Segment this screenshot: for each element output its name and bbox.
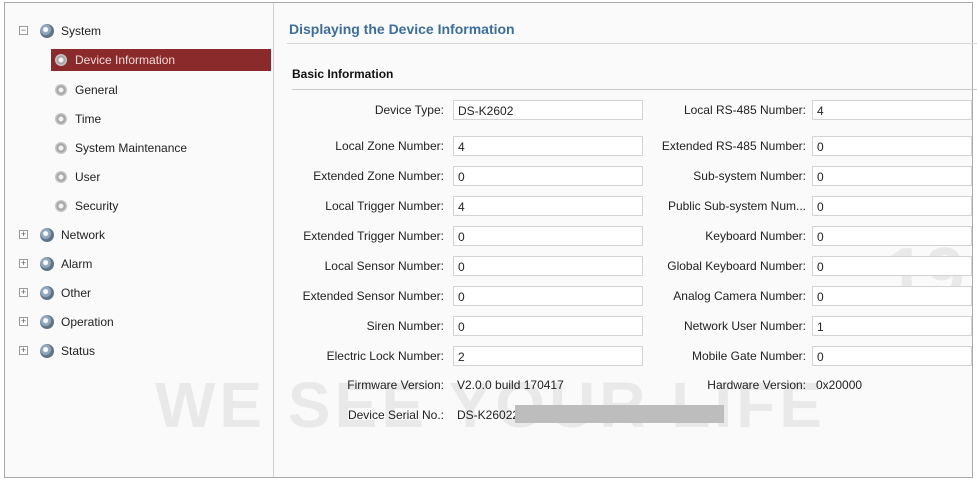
device-serial-label: Device Serial No.: xyxy=(347,408,444,422)
local-zone-number-field[interactable]: 4 xyxy=(453,136,643,156)
tree-item-label: User xyxy=(75,170,101,184)
extended-trigger-number-label: Extended Trigger Number: xyxy=(303,229,444,243)
serial-redaction xyxy=(515,405,724,423)
tree-item-label: Other xyxy=(61,286,92,300)
tree-item-label: Alarm xyxy=(61,257,93,271)
device-serial-value: DS-K26022 xyxy=(457,408,520,422)
hardware-version-label: Hardware Version: xyxy=(707,378,806,392)
page-title: Displaying the Device Information xyxy=(289,21,515,37)
public-sub-system-number-field[interactable]: 0 xyxy=(812,196,972,216)
local-rs485-number-field[interactable]: 4 xyxy=(812,100,972,120)
extended-rs485-number-label: Extended RS-485 Number: xyxy=(661,139,806,153)
title-divider xyxy=(287,43,977,44)
keyboard-number-field[interactable]: 0 xyxy=(812,226,972,246)
tree-item-label: Device Information xyxy=(75,53,176,67)
tree-item-security[interactable]: Security xyxy=(51,195,271,217)
hardware-version-value: 0x20000 xyxy=(816,378,863,392)
keyboard-number-label: Keyboard Number: xyxy=(705,229,806,243)
tree-item-general[interactable]: General xyxy=(51,79,271,101)
gear-icon xyxy=(40,228,54,242)
gear-icon xyxy=(55,142,67,154)
tree-item-status[interactable]: + Status xyxy=(5,340,271,362)
local-sensor-number-field[interactable]: 0 xyxy=(453,256,643,276)
tree-item-system-maintenance[interactable]: System Maintenance xyxy=(51,137,271,159)
expand-icon[interactable]: + xyxy=(19,346,28,355)
local-rs485-number-label: Local RS-485 Number: xyxy=(683,103,806,117)
sidebar-tree: − System Device Information General Time… xyxy=(5,3,274,477)
app-frame: WE SEE YOUR LIFE 19 − System Device Info… xyxy=(4,2,977,478)
tree-item-system[interactable]: − System xyxy=(5,20,271,42)
gear-icon xyxy=(40,344,54,358)
local-trigger-number-label: Local Trigger Number: xyxy=(325,199,444,213)
sub-system-number-label: Sub-system Number: xyxy=(693,169,806,183)
electric-lock-number-field[interactable]: 2 xyxy=(453,346,643,366)
tree-item-label: Status xyxy=(61,344,96,358)
tree-item-device-information[interactable]: Device Information xyxy=(51,49,271,71)
section-divider xyxy=(292,89,977,90)
mobile-gate-number-label: Mobile Gate Number: xyxy=(691,349,806,363)
siren-number-field[interactable]: 0 xyxy=(453,316,643,336)
firmware-version-value: V2.0.0 build 170417 xyxy=(457,378,564,392)
local-zone-number-label: Local Zone Number: xyxy=(335,139,444,153)
section-title: Basic Information xyxy=(292,67,394,81)
siren-number-label: Siren Number: xyxy=(366,319,444,333)
gear-icon xyxy=(55,84,67,96)
gear-icon xyxy=(55,54,67,66)
tree-item-label: System Maintenance xyxy=(75,141,188,155)
expand-icon[interactable]: + xyxy=(19,230,28,239)
tree-item-user[interactable]: User xyxy=(51,166,271,188)
gear-icon xyxy=(55,171,67,183)
sub-system-number-field[interactable]: 0 xyxy=(812,166,972,186)
tree-item-label: System xyxy=(61,24,102,38)
gear-icon xyxy=(40,315,54,329)
device-type-field[interactable]: DS-K2602 xyxy=(453,100,643,120)
tree-item-alarm[interactable]: + Alarm xyxy=(5,253,271,275)
analog-camera-number-label: Analog Camera Number: xyxy=(673,289,806,303)
expand-icon[interactable]: + xyxy=(19,317,28,326)
gear-icon xyxy=(40,257,54,271)
global-keyboard-number-label: Global Keyboard Number: xyxy=(667,259,806,273)
electric-lock-number-label: Electric Lock Number: xyxy=(326,349,444,363)
extended-trigger-number-field[interactable]: 0 xyxy=(453,226,643,246)
expand-icon[interactable]: + xyxy=(19,259,28,268)
extended-sensor-number-label: Extended Sensor Number: xyxy=(302,289,444,303)
extended-rs485-number-field[interactable]: 0 xyxy=(812,136,972,156)
analog-camera-number-field[interactable]: 0 xyxy=(812,286,972,306)
tree-item-label: Network xyxy=(61,228,106,242)
tree-item-network[interactable]: + Network xyxy=(5,224,271,246)
tree-item-label: Time xyxy=(75,112,102,126)
mobile-gate-number-field[interactable]: 0 xyxy=(812,346,972,366)
network-user-number-field[interactable]: 1 xyxy=(812,316,972,336)
gear-icon xyxy=(40,24,54,38)
extended-zone-number-field[interactable]: 0 xyxy=(453,166,643,186)
global-keyboard-number-field[interactable]: 0 xyxy=(812,256,972,276)
firmware-version-label: Firmware Version: xyxy=(347,378,444,392)
gear-icon xyxy=(40,286,54,300)
public-sub-system-number-label: Public Sub-system Num... xyxy=(667,199,806,213)
extended-zone-number-label: Extended Zone Number: xyxy=(313,169,444,183)
gear-icon xyxy=(55,113,67,125)
tree-item-label: Security xyxy=(75,199,119,213)
tree-item-label: General xyxy=(75,83,118,97)
gear-icon xyxy=(55,200,67,212)
extended-sensor-number-field[interactable]: 0 xyxy=(453,286,643,306)
tree-item-other[interactable]: + Other xyxy=(5,282,271,304)
tree-item-operation[interactable]: + Operation xyxy=(5,311,271,333)
tree-item-label: Operation xyxy=(61,315,114,329)
local-sensor-number-label: Local Sensor Number: xyxy=(324,259,444,273)
network-user-number-label: Network User Number: xyxy=(683,319,806,333)
collapse-icon[interactable]: − xyxy=(19,26,28,35)
tree-item-time[interactable]: Time xyxy=(51,108,271,130)
device-type-label: Device Type: xyxy=(374,103,444,117)
expand-icon[interactable]: + xyxy=(19,288,28,297)
local-trigger-number-field[interactable]: 4 xyxy=(453,196,643,216)
